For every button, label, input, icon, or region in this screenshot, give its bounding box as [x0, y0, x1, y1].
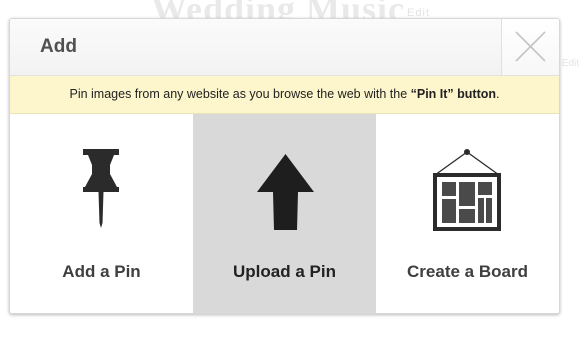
notice-text: Pin images from any website as you brows… [69, 87, 411, 101]
close-button[interactable] [501, 19, 559, 75]
background-side-text: Edit [561, 58, 579, 69]
add-pin-option[interactable]: Add a Pin [10, 114, 193, 313]
board-frame-icon [433, 149, 501, 231]
notice-suffix: . [496, 87, 500, 101]
create-board-icon-area [376, 114, 559, 244]
add-modal: Add Pin images from any website as you b… [9, 18, 560, 314]
create-board-option[interactable]: Create a Board [376, 114, 559, 313]
upload-arrow-icon [257, 154, 314, 230]
add-options: Add a Pin Upload a Pin Create a Board [10, 114, 559, 313]
add-pin-icon-area [10, 114, 193, 244]
close-icon [515, 31, 546, 62]
add-pin-label: Add a Pin [62, 262, 141, 281]
background-title-tag: Edit [407, 6, 431, 19]
upload-pin-label: Upload a Pin [233, 262, 336, 281]
upload-pin-option[interactable]: Upload a Pin [193, 114, 376, 313]
create-board-label: Create a Board [407, 262, 528, 281]
notice-highlight: “Pin It” button [410, 87, 497, 101]
pin-it-notice: Pin images from any website as you brows… [10, 76, 559, 114]
modal-header: Add [10, 19, 559, 76]
upload-pin-icon-area [193, 114, 376, 244]
modal-title: Add [40, 36, 77, 57]
pushpin-icon [83, 149, 119, 228]
